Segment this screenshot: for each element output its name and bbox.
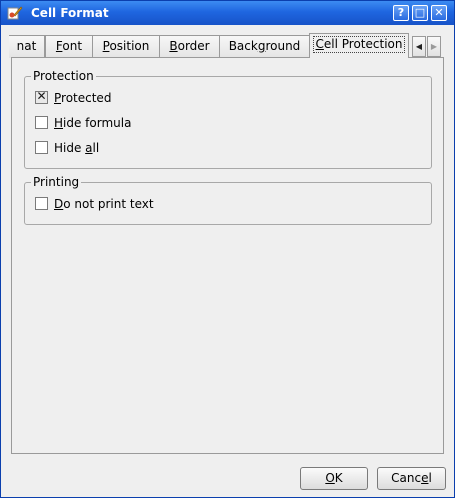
- tab-border-mnemonic: B: [169, 39, 178, 53]
- ok-button[interactable]: OK: [300, 467, 368, 490]
- close-button[interactable]: ✕: [431, 5, 447, 21]
- protected-label: Protected: [54, 91, 112, 105]
- hide-formula-checkbox[interactable]: [35, 116, 48, 129]
- hide-all-label: Hide all: [54, 141, 100, 155]
- cancel-button-label: Cancel: [391, 471, 432, 485]
- tab-border-label: order: [177, 39, 210, 53]
- maximize-button[interactable]: □: [412, 5, 428, 21]
- help-button[interactable]: ?: [393, 5, 409, 21]
- check-x-icon: ✕: [36, 89, 47, 103]
- hide-formula-label: Hide formula: [54, 116, 132, 130]
- cell-format-dialog: Cell Format ? □ ✕ nat Font Position Bord…: [0, 0, 455, 498]
- arrow-right-icon: ▶: [430, 42, 438, 51]
- do-not-print-text-checkbox[interactable]: [35, 197, 48, 210]
- window-title: Cell Format: [31, 6, 109, 20]
- tab-cell-protection-label: Cell Protection: [312, 36, 406, 53]
- protection-legend: Protection: [31, 69, 96, 83]
- arrow-left-icon: ◀: [415, 42, 423, 51]
- tab-background[interactable]: Background: [219, 35, 310, 58]
- tab-scroll-right-button[interactable]: ▶: [427, 36, 441, 57]
- tab-bar: nat Font Position Border Background Cell…: [9, 33, 444, 58]
- help-icon: ?: [397, 6, 405, 19]
- close-icon: ✕: [434, 6, 444, 19]
- tab-scroll-left-button[interactable]: ◀: [412, 36, 426, 57]
- tab-font-label: ont: [62, 39, 83, 53]
- cell-protection-panel: Protection ✕ Protected Hide formula Hide…: [11, 57, 444, 454]
- tab-background-mnemonic: g: [257, 39, 266, 53]
- tab-cell-protection-mnemonic: C: [315, 37, 324, 51]
- protected-checkbox[interactable]: ✕: [35, 89, 48, 104]
- tab-format[interactable]: nat: [9, 35, 45, 58]
- printing-legend: Printing: [31, 175, 82, 189]
- printing-group: Printing Do not print text: [24, 175, 432, 225]
- tab-format-label: nat: [16, 39, 37, 53]
- tab-position-label: osition: [109, 39, 150, 53]
- tab-font[interactable]: Font: [45, 35, 93, 58]
- cancel-button[interactable]: Cancel: [377, 467, 446, 490]
- title-bar[interactable]: Cell Format ? □ ✕: [1, 1, 454, 25]
- app-brush-icon: [7, 6, 23, 20]
- maximize-icon: □: [414, 6, 426, 19]
- tab-cell-protection[interactable]: Cell Protection: [309, 33, 409, 58]
- do-not-print-text-label: Do not print text: [54, 197, 154, 211]
- tab-position[interactable]: Position: [92, 35, 160, 58]
- ok-button-label: OK: [325, 471, 343, 485]
- hide-all-checkbox[interactable]: [35, 141, 48, 154]
- tab-border[interactable]: Border: [159, 35, 220, 58]
- protection-group: Protection ✕ Protected Hide formula Hide…: [24, 69, 432, 169]
- tab-background-label: Background: [228, 39, 301, 53]
